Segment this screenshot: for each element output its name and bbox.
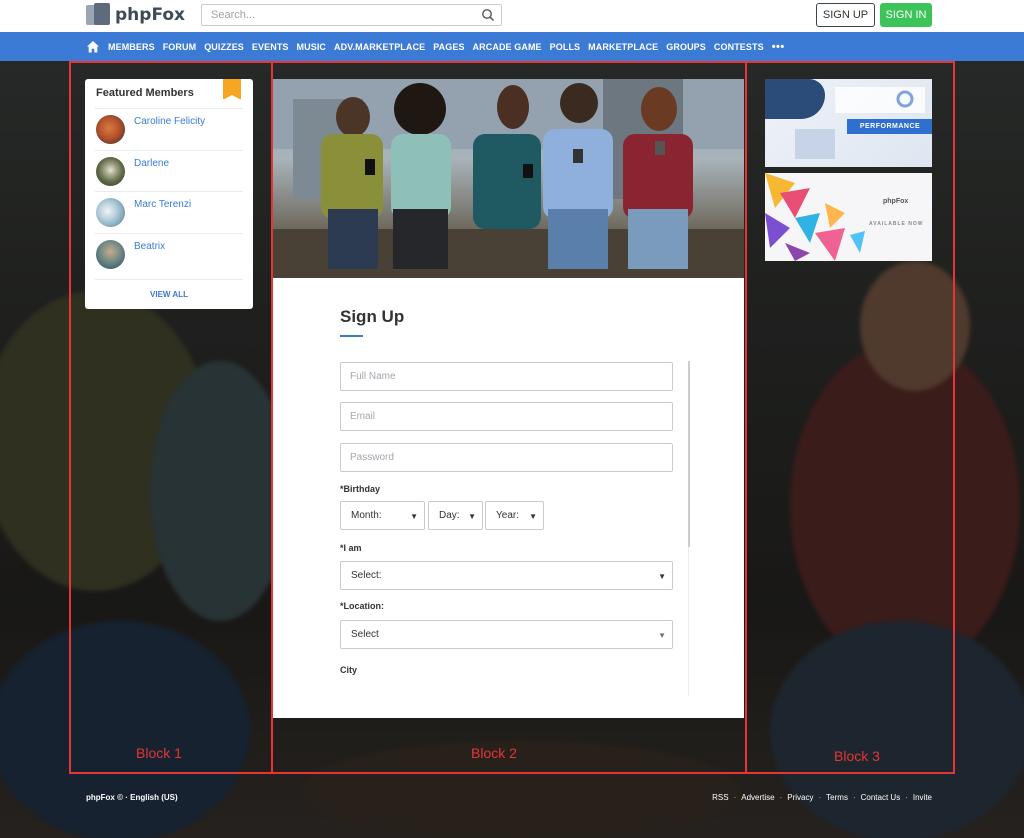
block-1-outline [69,61,273,774]
home-icon[interactable] [86,40,100,54]
footer-link-invite[interactable]: Invite [913,793,932,802]
logo-text: phpFox [115,5,186,25]
block-2-outline [271,61,747,774]
nav-item-quizzes[interactable]: QUIZZES [204,42,244,52]
footer-links: RSS · Advertise · Privacy · Terms · Contact … [712,793,932,802]
logo-icon [86,3,112,27]
nav-item-members[interactable]: MEMBERS [108,42,155,52]
block-1-label: Block 1 [136,745,182,761]
footer-link-privacy[interactable]: Privacy [787,793,813,802]
block-2-label: Block 2 [471,745,517,761]
nav-item-contests[interactable]: CONTESTS [714,42,764,52]
nav-item-arcade-game[interactable]: ARCADE GAME [473,42,542,52]
nav-item-polls[interactable]: POLLS [550,42,581,52]
nav-item-events[interactable]: EVENTS [252,42,289,52]
search-icon[interactable] [481,8,495,22]
footer-link-contact[interactable]: Contact Us [861,793,901,802]
nav-item-forum[interactable]: FORUM [163,42,197,52]
sign-in-button[interactable]: SIGN IN [880,3,932,27]
nav-item-adv-marketplace[interactable]: ADV.MARKETPLACE [334,42,425,52]
top-header: phpFox SIGN UP SIGN IN [0,0,1024,32]
footer-link-terms[interactable]: Terms [826,793,848,802]
sign-up-button[interactable]: SIGN UP [816,3,875,27]
footer-link-advertise[interactable]: Advertise [741,793,774,802]
nav-item-music[interactable]: MUSIC [297,42,327,52]
nav-more-icon[interactable]: ••• [772,41,785,53]
main-nav: MEMBERS FORUM QUIZZES EVENTS MUSIC ADV.M… [0,32,1024,61]
block-3-label: Block 3 [834,748,880,764]
block-3-outline [745,61,955,774]
nav-item-groups[interactable]: GROUPS [666,42,706,52]
nav-item-marketplace[interactable]: MARKETPLACE [588,42,658,52]
nav-item-pages[interactable]: PAGES [433,42,464,52]
search-input[interactable] [202,5,462,25]
footer-link-rss[interactable]: RSS [712,793,728,802]
footer-copyright: phpFox © · English (US) [86,793,178,802]
site-logo[interactable]: phpFox [86,3,185,27]
search-box [201,4,502,26]
